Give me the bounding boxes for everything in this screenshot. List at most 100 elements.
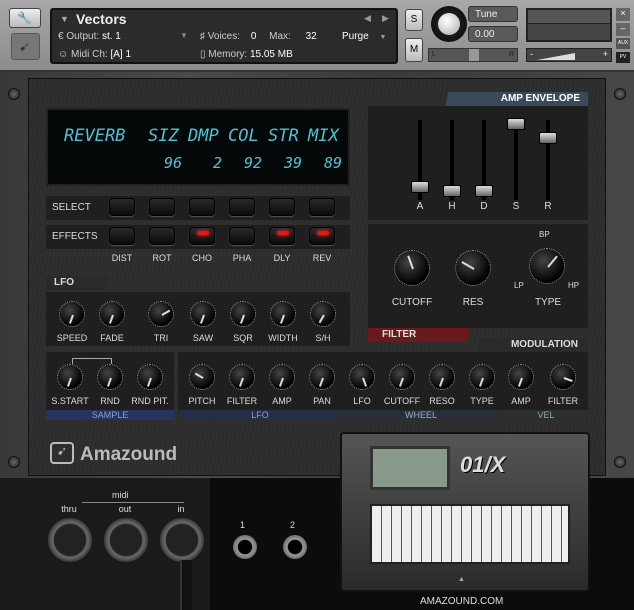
lfo-saw-knob[interactable] <box>190 301 216 327</box>
wrench-icon: 🔧 <box>17 11 32 25</box>
lfo-pitch-knob[interactable] <box>189 364 215 390</box>
select-rot-button[interactable] <box>149 198 175 216</box>
filter-type-knob[interactable] <box>529 248 565 284</box>
effect-dly-toggle[interactable] <box>269 227 295 245</box>
wheel-lfo-knob[interactable] <box>349 364 375 390</box>
minimize-button[interactable]: – <box>616 23 630 36</box>
wheel-reso-knob[interactable] <box>429 364 455 390</box>
memory-value: 15.05 MB <box>249 49 293 60</box>
effect-label: DLY <box>273 253 291 263</box>
aux-button[interactable]: AUX <box>616 38 630 49</box>
filter-title: FILTER <box>382 329 417 340</box>
vel-filter-knob[interactable] <box>550 364 576 390</box>
next-instrument-icon[interactable]: ▶ <box>382 13 389 24</box>
lfo-filter-knob[interactable] <box>229 364 255 390</box>
screw-icon <box>8 88 20 100</box>
gecko-icon: ➹ <box>19 39 30 54</box>
cutoff-label: CUTOFF <box>391 297 433 308</box>
select-dly-button[interactable] <box>269 198 295 216</box>
volume-slider[interactable]: - + <box>526 48 612 62</box>
sample-2-knob[interactable] <box>137 364 163 390</box>
lfo-pan-knob[interactable] <box>309 364 335 390</box>
tune-knob[interactable] <box>431 6 467 42</box>
midi-in-port[interactable] <box>160 518 204 562</box>
effects-label: EFFECTS <box>52 231 98 242</box>
voices-field: ♯ Voices: 0 Max: 32 <box>200 31 317 42</box>
d-fader-handle[interactable] <box>475 184 493 197</box>
output-2-label: 2 <box>290 520 296 530</box>
sample-0-knob[interactable] <box>57 364 83 390</box>
midi-thru-port[interactable] <box>48 518 92 562</box>
output-1-label: 1 <box>240 520 246 530</box>
pan-slider[interactable]: LR <box>428 48 518 62</box>
knob-label: RND PIT. <box>131 396 169 406</box>
prev-instrument-icon[interactable]: ◀ <box>364 13 371 24</box>
effect-cho-toggle[interactable] <box>189 227 215 245</box>
volume-minus: - <box>530 49 533 59</box>
settings-wrench-button[interactable]: 🔧 <box>9 8 41 28</box>
lfo-speed-knob[interactable] <box>59 301 85 327</box>
select-dist-button[interactable] <box>109 198 135 216</box>
tune-value[interactable]: 0.00 <box>468 26 518 42</box>
lfo-sqr-knob[interactable] <box>230 301 256 327</box>
fader-label: D <box>480 201 488 212</box>
memory-field: ▯ Memory: 15.05 MB <box>200 49 293 60</box>
wheel-type-knob[interactable] <box>469 364 495 390</box>
purge-dropdown[interactable]: Purge ▼ <box>342 31 386 42</box>
s-fader-track <box>514 120 518 200</box>
lfo-tri-knob[interactable] <box>148 301 174 327</box>
cutoff-knob[interactable] <box>394 250 430 286</box>
fader-label: S <box>512 201 520 212</box>
midi-channel-field[interactable]: ☺ Midi Ch: [A] 1 <box>58 49 131 60</box>
wheel-cutoff-knob[interactable] <box>389 364 415 390</box>
r-fader-handle[interactable] <box>539 132 557 144</box>
select-pha-button[interactable] <box>229 198 255 216</box>
display-param-name: COL <box>228 126 259 146</box>
h-fader-handle[interactable] <box>443 184 461 197</box>
select-cho-button[interactable] <box>189 198 215 216</box>
type-lp-label: LP <box>514 281 524 290</box>
a-fader-handle[interactable] <box>411 181 429 193</box>
tune-label: Tune <box>468 6 518 22</box>
output-field[interactable]: € Output: st. 1 <box>58 31 121 42</box>
select-rev-button[interactable] <box>309 198 335 216</box>
pv-button[interactable]: PV <box>616 52 630 63</box>
output-2-jack[interactable] <box>283 535 307 559</box>
instrument-name[interactable]: Vectors <box>76 11 127 27</box>
max-value[interactable]: 32 <box>306 31 317 42</box>
vel-amp-knob[interactable] <box>508 364 534 390</box>
midi-title: midi <box>112 490 129 500</box>
pan-handle[interactable] <box>469 49 479 61</box>
output-1-jack[interactable] <box>233 535 257 559</box>
effect-dist-toggle[interactable] <box>109 227 135 245</box>
res-knob[interactable] <box>455 250 491 286</box>
effect-rev-toggle[interactable] <box>309 227 335 245</box>
lfo-sh-knob[interactable] <box>310 301 336 327</box>
synth-keyboard <box>370 504 570 564</box>
s-fader-handle[interactable] <box>507 118 525 130</box>
lfo-width-knob[interactable] <box>270 301 296 327</box>
logo-button[interactable]: ➹ <box>11 33 40 60</box>
type-label: TYPE <box>534 297 562 308</box>
sample-1-knob[interactable] <box>97 364 123 390</box>
scroll-up-icon[interactable]: ▲ <box>458 576 465 583</box>
lfo-amp-knob[interactable] <box>269 364 295 390</box>
display-param-value: 92 <box>243 154 262 172</box>
midi-port-label: out <box>118 504 132 514</box>
modulation-title: MODULATION <box>510 339 578 350</box>
collapse-arrow-icon[interactable]: ▼ <box>60 14 69 24</box>
synth-image: 01/X <box>340 432 590 592</box>
voices-value: 0 <box>250 31 257 42</box>
midi-out-port[interactable] <box>104 518 148 562</box>
instrument-header: 🔧 ➹ ▼ Vectors ◀ ▶ € Output: st. 1 ▼ ☺ Mi… <box>0 0 634 72</box>
midi-label: Midi Ch: <box>71 49 108 60</box>
effect-rot-toggle[interactable] <box>149 227 175 245</box>
lfo-fade-knob[interactable] <box>99 301 125 327</box>
output-label: Output: <box>66 31 100 42</box>
filter-tab: FILTER <box>368 328 478 342</box>
mute-button[interactable]: M <box>405 38 423 62</box>
solo-button[interactable]: S <box>405 9 423 31</box>
effect-pha-toggle[interactable] <box>229 227 255 245</box>
close-button[interactable]: × <box>616 8 630 21</box>
output-dropdown-icon[interactable]: ▼ <box>180 31 188 40</box>
